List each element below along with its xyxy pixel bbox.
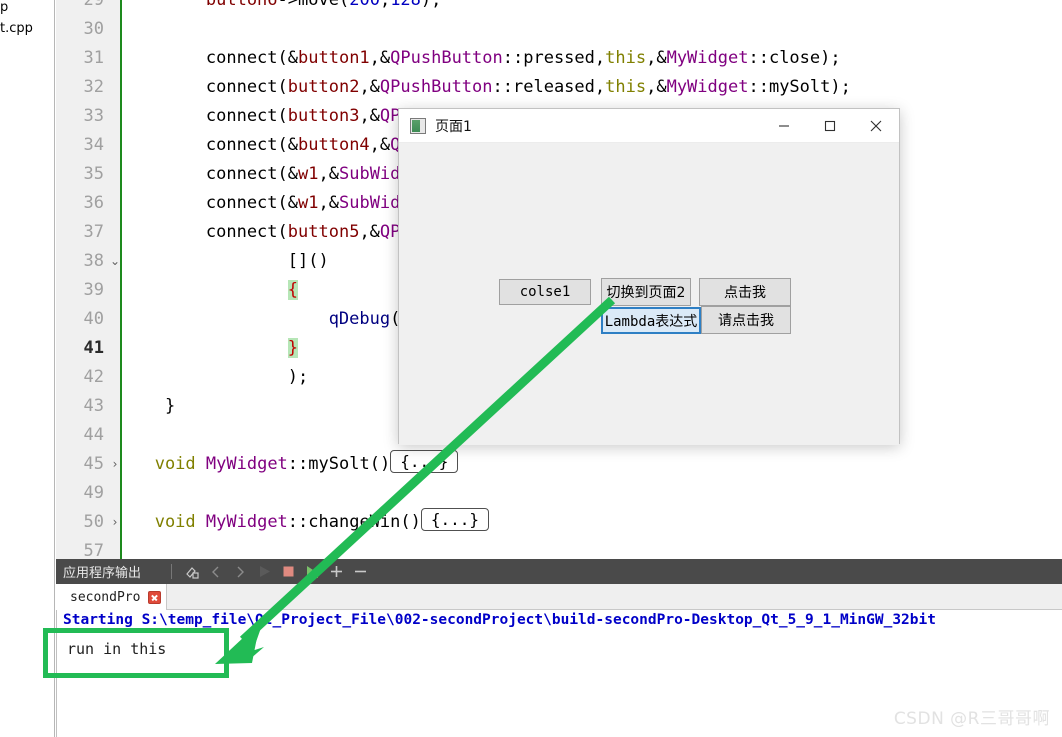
line-number: 29 xyxy=(83,0,104,10)
matching-brace: { xyxy=(287,280,298,300)
code-line: qDebug() xyxy=(328,309,411,329)
project-file-item[interactable]: t.cpp xyxy=(0,21,33,36)
prev-icon[interactable] xyxy=(205,561,227,583)
switch-page2-button[interactable]: 切换到页面2 xyxy=(601,278,691,306)
code-line: void MyWidget::changeWin() {...} xyxy=(124,508,490,537)
stop-icon[interactable] xyxy=(277,561,299,583)
project-file-above[interactable]: p xyxy=(0,0,8,15)
line-number: 43 xyxy=(83,396,104,416)
output-tab-secondpro[interactable]: secondPro xyxy=(56,584,167,610)
csdn-watermark: CSDN @R三哥哥啊 xyxy=(893,709,1050,729)
line-number: 41 xyxy=(83,338,104,358)
qt-dialog-window[interactable]: 页面1 colse1 切换到页面2 点击我 Lambda表达式 请点击我 xyxy=(398,108,900,445)
next-icon[interactable] xyxy=(229,561,251,583)
output-tab-strip: secondPro xyxy=(56,584,1062,610)
line-number: 38 xyxy=(83,251,104,271)
line-number: 49 xyxy=(83,483,104,503)
collapsed-block[interactable]: {...} xyxy=(390,450,459,473)
zoom-out-icon[interactable] xyxy=(349,561,371,583)
line-number: 35 xyxy=(83,164,104,184)
click-me-button[interactable]: 点击我 xyxy=(699,278,791,306)
code-line: } xyxy=(164,396,176,416)
run-debug-icon[interactable] xyxy=(301,561,323,583)
line-number: 39 xyxy=(83,280,104,300)
line-number: 37 xyxy=(83,222,104,242)
maximize-button[interactable] xyxy=(807,109,853,143)
line-number: 40 xyxy=(83,309,104,329)
output-line-starting: Starting S:\temp_file\Qt_Project_File\00… xyxy=(63,612,936,628)
minimize-button[interactable] xyxy=(761,109,807,143)
chevron-right-icon[interactable]: › xyxy=(108,450,122,479)
output-line-result: run in this xyxy=(67,640,167,658)
clear-icon[interactable] xyxy=(181,561,203,583)
qt-app-icon xyxy=(410,117,426,134)
line-number: 31 xyxy=(83,48,104,68)
dialog-title: 页面1 xyxy=(435,118,472,135)
line-number: 57 xyxy=(83,541,104,559)
window-controls xyxy=(761,109,899,143)
line-number: 45 xyxy=(83,454,104,474)
chevron-down-icon[interactable]: ⌄ xyxy=(108,247,122,276)
close-icon[interactable] xyxy=(148,590,162,604)
dialog-title-bar[interactable]: 页面1 xyxy=(399,109,899,143)
code-line: void MyWidget::mySolt() {...} xyxy=(124,450,459,479)
colse1-button[interactable]: colse1 xyxy=(499,279,591,305)
chevron-right-icon[interactable]: › xyxy=(108,508,122,537)
line-number: 44 xyxy=(83,425,104,445)
line-number: 34 xyxy=(83,135,104,155)
line-number: 50 xyxy=(83,512,104,532)
code-line: []() xyxy=(287,251,329,271)
close-button[interactable] xyxy=(853,109,899,143)
line-number: 33 xyxy=(83,106,104,126)
matching-brace: } xyxy=(287,338,298,358)
zoom-in-icon[interactable] xyxy=(325,561,347,583)
line-number: 36 xyxy=(83,193,104,213)
line-number: 42 xyxy=(83,367,104,387)
code-line: } xyxy=(124,334,298,363)
code-line: ); xyxy=(287,367,309,387)
line-number: 32 xyxy=(83,77,104,97)
output-tab-label: secondPro xyxy=(70,589,141,605)
code-line: connect(&button1,&QPushButton::pressed,t… xyxy=(205,48,841,68)
project-panel[interactable]: p t.cpp xyxy=(0,0,55,737)
code-line: { xyxy=(124,276,298,305)
collapsed-block[interactable]: {...} xyxy=(420,508,490,531)
toolbar-divider xyxy=(171,564,173,579)
lambda-button[interactable]: Lambda表达式 xyxy=(601,307,701,334)
output-title-bar: 应用程序输出 xyxy=(56,559,1062,584)
code-line: button6->move(200,128); xyxy=(205,0,442,10)
dialog-client-area: colse1 切换到页面2 点击我 Lambda表达式 请点击我 xyxy=(399,143,899,445)
please-click-button[interactable]: 请点击我 xyxy=(701,306,791,334)
output-pane-title: 应用程序输出 xyxy=(63,566,142,581)
run-icon[interactable] xyxy=(253,561,275,583)
line-number: 30 xyxy=(83,19,104,39)
code-line: connect(button2,&QPushButton::released,t… xyxy=(205,77,851,97)
screenshot-root: p t.cpp 29 30 31 32 33 34 35 36 37 38 39 40 41 42 43 44… xyxy=(0,0,1062,737)
